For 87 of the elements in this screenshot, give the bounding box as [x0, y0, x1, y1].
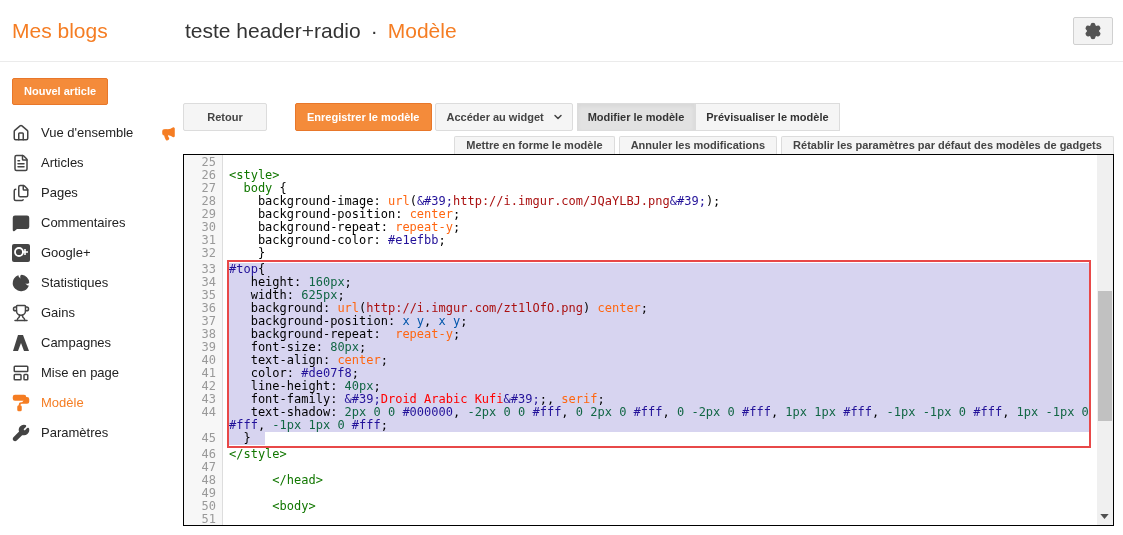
nav-item[interactable]: Vue d'ensemble	[41, 123, 134, 143]
code-line: text-shadow: 2px 0 0 #000000, -2px 0 0 #fff, 0 2px 0 #fff, 0 -2px 0 #fff, 1px 1px #fff, -1px -1px 0 #fff, 1px -1px 0	[250, 405, 1089, 419]
code-line: body {	[243, 181, 287, 195]
view-tab[interactable]: Modifier le modèle	[576, 103, 696, 131]
blog-title: teste header+radio	[185, 17, 361, 44]
google-plus-icon	[12, 244, 30, 262]
nav-item[interactable]: Paramètres	[41, 423, 109, 443]
line-number: 50	[200, 500, 217, 513]
line-number: 34	[200, 276, 217, 289]
code-line: <body>	[271, 499, 316, 513]
template-button[interactable]: Mettre en forme le modèle	[454, 136, 615, 154]
template-button[interactable]: Rétablir les paramètres par défaut des modèles de gadgets	[781, 136, 1114, 154]
line-number: 25	[200, 156, 217, 169]
code-line: background: url(http://i.imgur.com/zt1lOfO.png) center;	[249, 301, 649, 315]
pages-icon	[12, 184, 30, 202]
code-line: height: 160px;	[250, 275, 352, 289]
code-line: color: #de07f8;	[249, 366, 360, 380]
scroll-down-icon[interactable]	[1100, 514, 1110, 519]
nav-item[interactable]: Statistiques	[41, 273, 109, 293]
line-number: 43	[200, 393, 217, 406]
widget-dropdown[interactable]: Accéder au widget	[434, 103, 573, 131]
nav-item[interactable]: Pages	[41, 183, 78, 203]
code-line: #fff, -1px 1px 0 #fff;	[229, 418, 388, 432]
layout-icon	[12, 364, 30, 382]
code-line: </style>	[229, 447, 287, 461]
line-number: 47	[200, 461, 217, 474]
wrench-icon	[12, 424, 30, 442]
code-editor[interactable]	[183, 154, 1114, 526]
line-number: 30	[200, 221, 217, 234]
code-line: </head>	[271, 473, 323, 487]
line-number: 45	[200, 432, 217, 445]
paint-roller-icon	[12, 394, 30, 412]
page-title: Modèle	[387, 17, 457, 44]
code-line: background-image: url(&#39;http://i.imgur.com/JQaYLBJ.png&#39;);	[257, 194, 721, 208]
nav-item[interactable]: Gains	[41, 303, 75, 323]
line-number: 48	[200, 474, 217, 487]
nav-item[interactable]: Articles	[41, 153, 84, 173]
nav-item[interactable]: Mise en page	[41, 363, 120, 383]
code-line: background-repeat: repeat-y;	[256, 220, 461, 234]
line-number: 27	[200, 182, 217, 195]
code-line: line-height: 40px;	[249, 379, 381, 393]
comment-icon	[12, 214, 30, 232]
template-button[interactable]: Annuler les modifications	[618, 136, 778, 154]
code-line: background-position: center;	[256, 207, 461, 221]
house-icon	[12, 124, 30, 142]
trophy-icon	[12, 304, 30, 322]
line-number: 29	[200, 208, 217, 221]
line-number: 36	[200, 302, 217, 315]
code-line: width: 625px;	[249, 288, 345, 302]
line-number: 46	[200, 448, 217, 461]
code-line: #top{	[229, 262, 266, 276]
view-tab[interactable]: Prévisualiser le modèle	[695, 103, 840, 131]
pie-chart-icon	[12, 274, 30, 292]
line-number: 28	[200, 195, 217, 208]
line-number: 33	[200, 263, 217, 276]
line-number: 44	[200, 406, 217, 419]
code-line: background-position: x y, x y;	[249, 314, 468, 328]
scrollbar-thumb[interactable]	[1097, 291, 1112, 421]
code-line: text-align: center;	[249, 353, 388, 367]
code-line: font-family: &#39;Droid Arabic Kufi&#39;;, serif;	[249, 392, 605, 406]
document-icon	[12, 154, 30, 172]
line-number: 39	[200, 341, 217, 354]
line-number: 38	[200, 328, 217, 341]
line-number: 40	[200, 354, 217, 367]
line-number: 32	[200, 247, 217, 260]
settings-button[interactable]	[1073, 16, 1113, 45]
back-button[interactable]: Retour	[183, 103, 267, 131]
line-number: 35	[200, 289, 217, 302]
settings-icon	[1084, 21, 1102, 40]
line-number: 42	[200, 380, 217, 393]
line-number: 41	[200, 367, 217, 380]
nav-item[interactable]: Google+	[41, 243, 91, 263]
code-line: background-color: #e1efbb;	[256, 233, 446, 247]
code-line: }	[256, 246, 266, 260]
line-number: 26	[200, 169, 217, 182]
line-number: 49	[200, 487, 217, 500]
nav-item[interactable]: Commentaires	[41, 213, 126, 233]
line-number: 37	[200, 315, 217, 328]
triangle-a-icon	[12, 334, 30, 352]
code-line: <style>	[229, 168, 280, 182]
scrollbar[interactable]	[1096, 155, 1113, 525]
code-line: background-repeat: repeat-y;	[249, 327, 461, 341]
line-number: 31	[200, 234, 217, 247]
title-separator: ·	[370, 17, 378, 44]
code-line: font-size: 80px;	[249, 340, 367, 354]
line-number: 51	[200, 513, 217, 525]
nav-item[interactable]: Campagnes	[41, 333, 112, 353]
